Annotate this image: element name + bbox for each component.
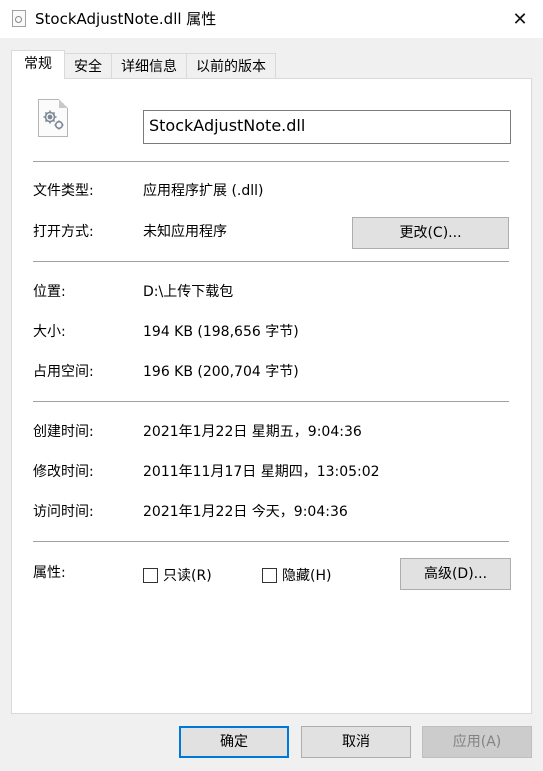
hidden-checkbox[interactable] bbox=[262, 568, 277, 583]
created-label: 创建时间: bbox=[33, 424, 94, 440]
dll-file-icon bbox=[12, 10, 26, 27]
file-name-input[interactable]: StockAdjustNote.dll bbox=[143, 110, 511, 144]
size-value: 194 KB (198,656 字节) bbox=[143, 324, 299, 340]
title-bar: StockAdjustNote.dll 属性 ✕ bbox=[0, 0, 543, 38]
modified-label: 修改时间: bbox=[33, 464, 94, 480]
apply-button[interactable]: 应用(A) bbox=[422, 726, 532, 758]
ok-button[interactable]: 确定 bbox=[179, 726, 289, 758]
file-type-label: 文件类型: bbox=[33, 183, 94, 199]
tab-security[interactable]: 安全 bbox=[64, 53, 112, 79]
readonly-checkbox[interactable] bbox=[143, 568, 158, 583]
location-value: D:\上传下载包 bbox=[143, 284, 234, 300]
accessed-label: 访问时间: bbox=[33, 504, 94, 520]
accessed-value: 2021年1月22日 今天，9:04:36 bbox=[143, 504, 348, 520]
size-on-disk-value: 196 KB (200,704 字节) bbox=[143, 364, 299, 380]
cancel-button[interactable]: 取消 bbox=[301, 726, 411, 758]
close-icon: ✕ bbox=[512, 8, 528, 30]
size-on-disk-label: 占用空间: bbox=[33, 364, 94, 380]
tab-details[interactable]: 详细信息 bbox=[111, 53, 187, 79]
advanced-button[interactable]: 高级(D)... bbox=[400, 558, 511, 590]
divider bbox=[33, 541, 509, 542]
created-value: 2021年1月22日 星期五，9:04:36 bbox=[143, 424, 362, 440]
close-button[interactable]: ✕ bbox=[497, 0, 543, 38]
divider bbox=[33, 401, 509, 402]
tab-general[interactable]: 常规 bbox=[11, 50, 65, 79]
tab-strip: 常规 安全 详细信息 以前的版本 bbox=[11, 50, 276, 79]
opens-with-label: 打开方式: bbox=[33, 224, 94, 240]
divider bbox=[33, 161, 509, 162]
location-label: 位置: bbox=[33, 284, 66, 300]
size-label: 大小: bbox=[33, 324, 66, 340]
divider bbox=[33, 261, 509, 262]
file-type-value: 应用程序扩展 (.dll) bbox=[143, 183, 264, 199]
modified-value: 2011年11月17日 星期四，13:05:02 bbox=[143, 464, 380, 480]
attributes-label: 属性: bbox=[33, 565, 66, 581]
window-title: StockAdjustNote.dll 属性 bbox=[35, 10, 217, 28]
general-panel: StockAdjustNote.dll 文件类型: 应用程序扩展 (.dll) … bbox=[11, 78, 532, 714]
change-button[interactable]: 更改(C)... bbox=[352, 217, 509, 249]
tab-previous-versions[interactable]: 以前的版本 bbox=[186, 53, 276, 79]
hidden-label[interactable]: 隐藏(H) bbox=[282, 566, 331, 586]
gear-file-icon bbox=[38, 99, 68, 137]
readonly-label[interactable]: 只读(R) bbox=[163, 566, 212, 586]
opens-with-value: 未知应用程序 bbox=[143, 224, 227, 240]
